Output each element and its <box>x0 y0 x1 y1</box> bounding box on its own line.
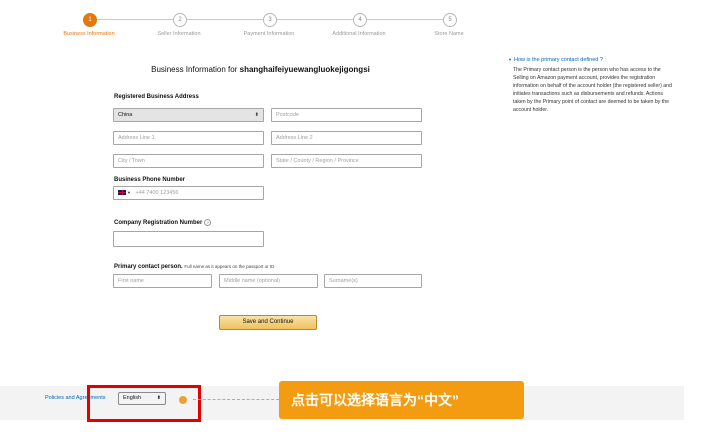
registration-section-label: Company Registration Number? <box>114 219 212 227</box>
help-answer: The Primary contact person is the person… <box>513 67 672 113</box>
step-3-label: Payment Information <box>243 31 295 37</box>
select-arrows-icon: ⬍ <box>254 112 259 118</box>
postcode-placeholder: Postcode <box>276 112 299 118</box>
step-2-label: Seller Information <box>157 31 201 37</box>
step-connector <box>275 19 353 20</box>
surname-input[interactable]: Surname(s) <box>324 274 422 288</box>
step-3-indicator: 3 <box>263 13 277 27</box>
step-1-label: Business Information <box>63 31 115 37</box>
step-4-label: Additional Information <box>332 31 386 37</box>
step-connector <box>95 19 173 20</box>
page-title-prefix: Business Information for <box>151 65 238 74</box>
uk-flag-icon[interactable] <box>118 190 126 196</box>
step-connector <box>185 19 263 20</box>
contact-section-label: Primary contact person. Full name as it … <box>114 264 274 270</box>
phone-placeholder: +44 7400 123456 <box>135 190 179 196</box>
step-5-indicator: 5 <box>443 13 457 27</box>
surname-placeholder: Surname(s) <box>329 278 358 284</box>
state-input[interactable]: State / County / Region / Province <box>271 154 422 168</box>
company-name: shanghaifeiyuewangluokejigongsi <box>239 65 370 74</box>
page-title: Business Information for shanghaifeiyuew… <box>0 65 521 74</box>
contact-note: Full name as it appears on the passport … <box>184 264 275 269</box>
state-placeholder: State / County / Region / Province <box>276 158 359 164</box>
step-2-indicator: 2 <box>173 13 187 27</box>
step-5-label: Store Name <box>434 31 464 37</box>
first-name-input[interactable]: First name <box>113 274 212 288</box>
phone-section-label: Business Phone Number <box>114 177 186 183</box>
primary-contact-help-link[interactable]: ▼ How is the primary contact defined ? <box>508 57 603 63</box>
address-line-2-placeholder: Address Line 2 <box>276 135 313 141</box>
city-input[interactable]: City / Town <box>113 154 264 168</box>
address-line-1-placeholder: Address Line 1 <box>118 135 155 141</box>
triangle-down-icon: ▼ <box>508 57 512 62</box>
step-4-indicator: 4 <box>353 13 367 27</box>
address-line-1-input[interactable]: Address Line 1 <box>113 131 264 145</box>
step-connector <box>365 19 443 20</box>
country-select[interactable]: China ⬍ <box>113 108 264 122</box>
registration-number-input[interactable] <box>113 231 264 247</box>
save-and-continue-button[interactable]: Save and Continue <box>219 315 317 330</box>
annotation-dot <box>179 396 187 404</box>
chevron-down-icon: ▼ <box>127 190 131 195</box>
contact-label-text: Primary contact person. <box>114 264 183 270</box>
address-line-2-input[interactable]: Address Line 2 <box>271 131 422 145</box>
middle-name-placeholder: Middle name (optional) <box>224 278 280 284</box>
registration-label-text: Company Registration Number <box>114 220 203 227</box>
postcode-input[interactable]: Postcode <box>271 108 422 122</box>
help-icon[interactable]: ? <box>204 219 212 226</box>
step-1-indicator: 1 <box>83 13 97 27</box>
city-placeholder: City / Town <box>118 158 145 164</box>
first-name-placeholder: First name <box>118 278 144 284</box>
annotation-connector <box>193 399 279 400</box>
address-section-label: Registered Business Address <box>114 94 199 100</box>
help-question: How is the primary contact defined ? <box>513 57 603 63</box>
phone-input[interactable]: ▼ +44 7400 123456 <box>113 186 264 200</box>
country-value: China <box>118 112 133 118</box>
middle-name-input[interactable]: Middle name (optional) <box>219 274 318 288</box>
annotation-callout: 点击可以选择语言为“中文” <box>279 381 524 419</box>
